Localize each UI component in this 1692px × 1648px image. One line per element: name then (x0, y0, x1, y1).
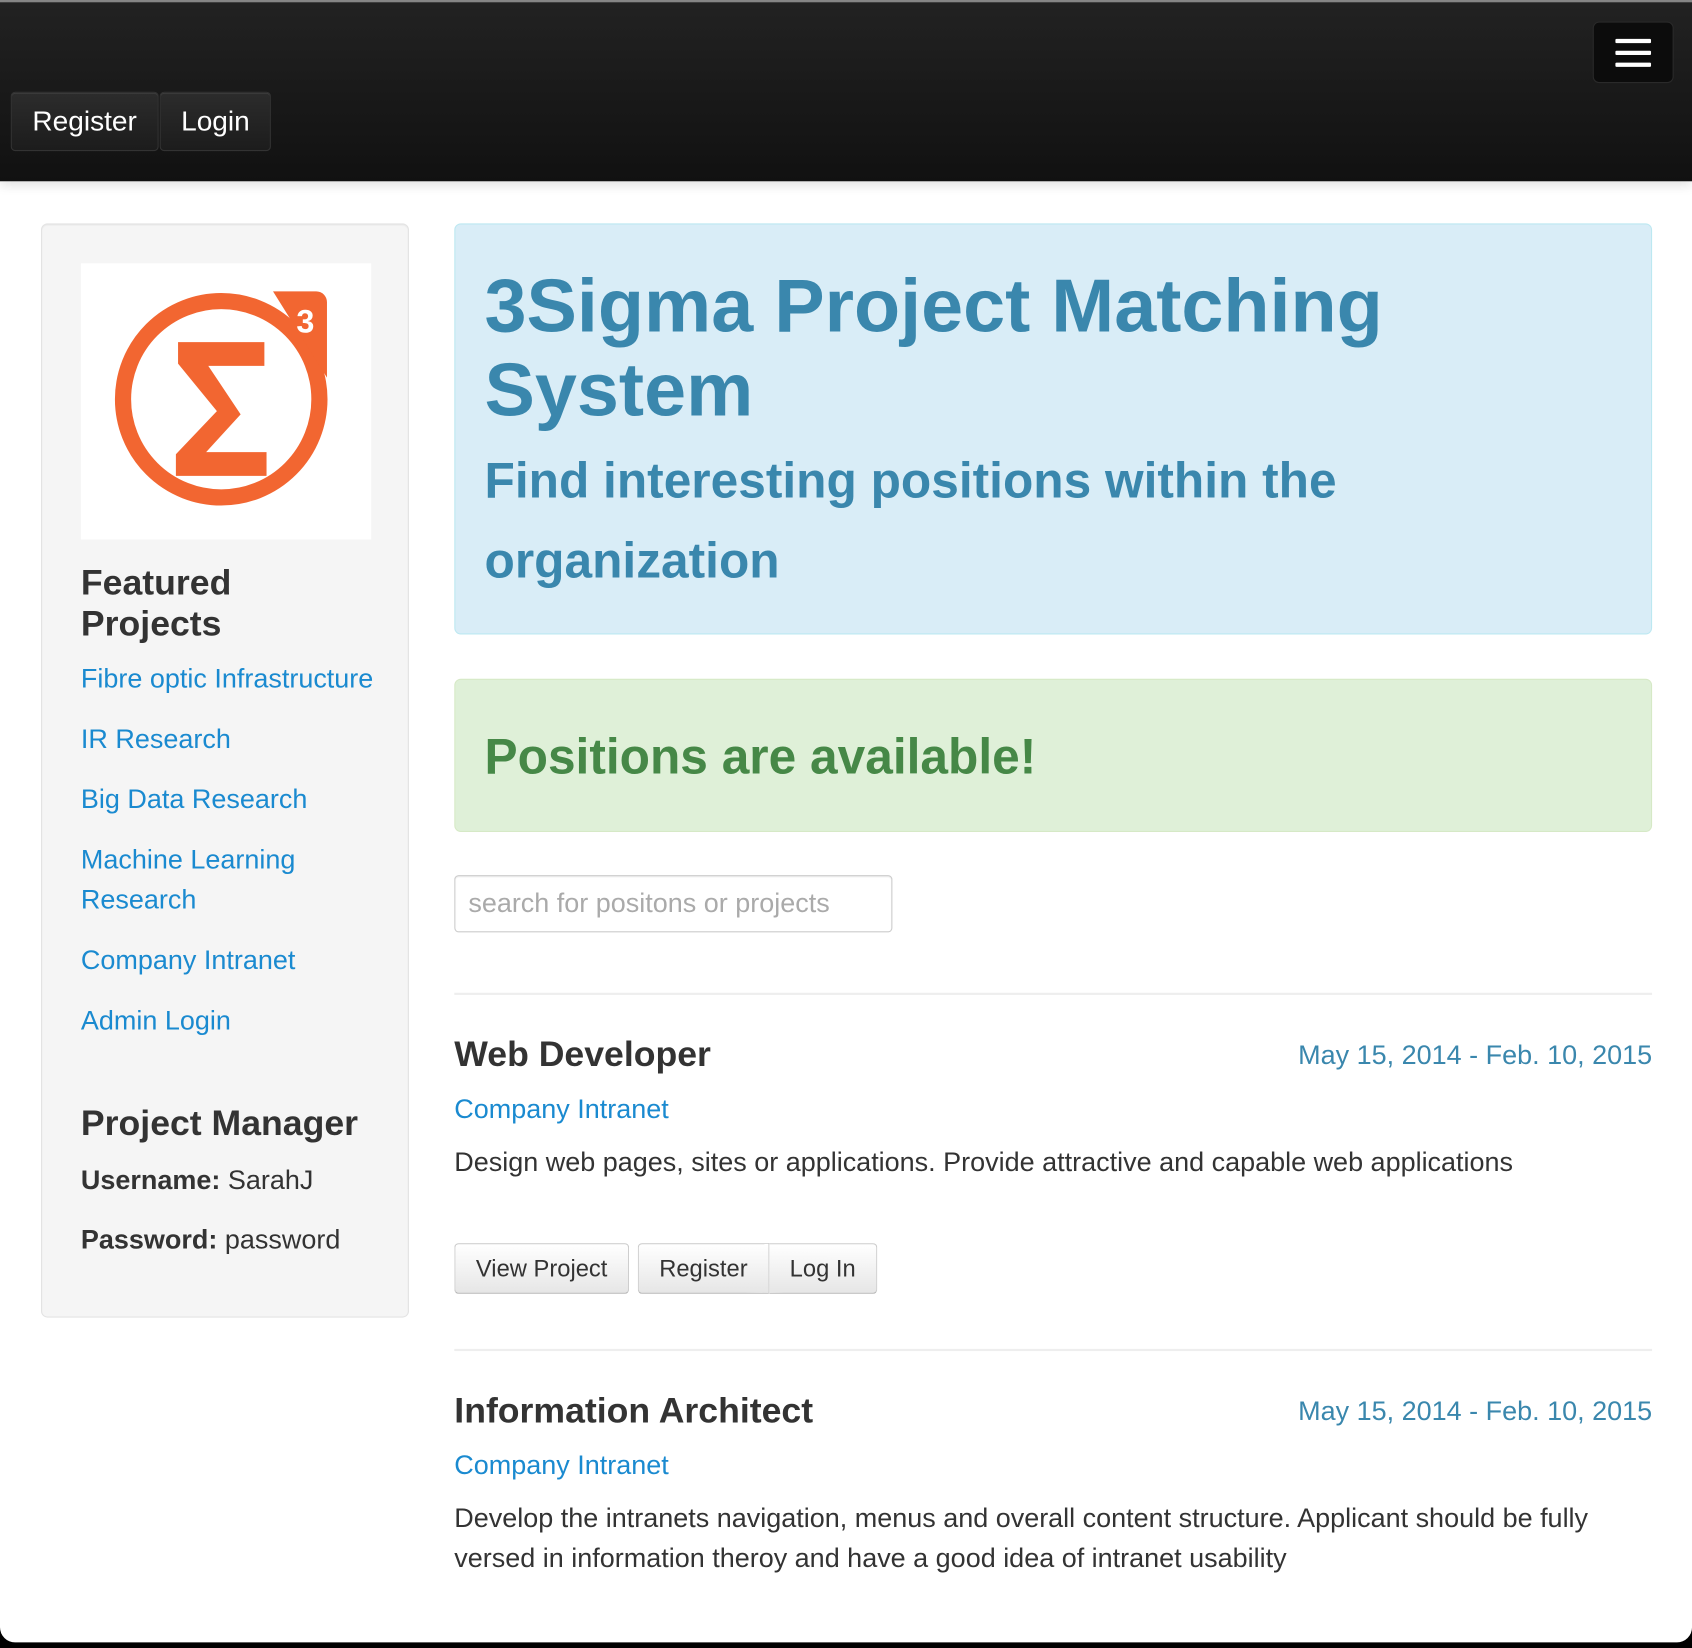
position-project-link[interactable]: Company Intranet (454, 1450, 668, 1480)
position-project-link[interactable]: Company Intranet (454, 1094, 668, 1124)
hero-banner: 3Sigma Project Matching System Find inte… (454, 223, 1653, 635)
position-actions: View Project Register Log In (454, 1243, 1651, 1294)
username-value: SarahJ (227, 1165, 314, 1196)
positions-alert: Positions are available! (454, 678, 1653, 832)
position-card: Web Developer May 15, 2014 - Feb. 10, 20… (454, 1034, 1653, 1294)
featured-projects-list: Fibre optic Infrastructure IR Research B… (81, 659, 394, 1062)
alert-text: Positions are available! (484, 728, 1037, 785)
register-nav-button[interactable]: Register (10, 91, 159, 152)
sigma-logo-icon: 3 (114, 291, 328, 506)
position-description: Develop the intranets navigation, menus … (454, 1503, 1589, 1574)
view-project-button[interactable]: View Project (454, 1243, 629, 1294)
divider (454, 992, 1653, 995)
sidebar: 3 Featured Projects Fibre optic Infrastr… (41, 223, 409, 1318)
username-label: Username: (80, 1165, 221, 1196)
featured-link[interactable]: Big Data Research (81, 780, 394, 820)
featured-link[interactable]: Machine Learning Research (81, 841, 329, 921)
register-button[interactable]: Register (637, 1243, 770, 1294)
position-description: Design web pages, sites or applications.… (454, 1147, 1514, 1178)
password-row: Password: password (81, 1225, 340, 1256)
username-row: Username: SarahJ (81, 1165, 313, 1196)
project-manager-heading: Project Manager (80, 1102, 358, 1143)
password-label: Password: (80, 1224, 218, 1255)
page-title: 3Sigma Project Matching System (484, 263, 1383, 432)
log-in-button[interactable]: Log In (769, 1243, 878, 1294)
position-dates: May 15, 2014 - Feb. 10, 2015 (1298, 1396, 1653, 1427)
browser-window: Register Login 3 Featured Projects Fibre… (0, 0, 1692, 1643)
admin-login-link[interactable]: Admin Login (81, 1001, 394, 1041)
hamburger-menu-button[interactable] (1592, 21, 1674, 84)
password-value: password (224, 1224, 341, 1255)
featured-link[interactable]: IR Research (81, 720, 394, 760)
svg-text:3: 3 (296, 303, 314, 339)
featured-projects-heading: Featured Projects (80, 562, 232, 644)
hamburger-icon (1615, 38, 1652, 43)
divider (454, 1348, 1653, 1352)
hamburger-icon-bar (1615, 50, 1652, 55)
featured-link[interactable]: Fibre optic Infrastructure (81, 659, 394, 699)
logo: 3 (80, 263, 372, 540)
position-dates: May 15, 2014 - Feb. 10, 2015 (1298, 1040, 1653, 1071)
hamburger-icon-bar (1615, 62, 1652, 67)
featured-link[interactable]: Company Intranet (81, 941, 394, 981)
search-input[interactable] (454, 875, 893, 933)
position-card: Information Architect May 15, 2014 - Feb… (454, 1390, 1653, 1579)
hero-subtitle: Find interesting positions within the or… (484, 452, 1337, 589)
login-nav-button[interactable]: Login (159, 91, 272, 152)
navbar: Register Login (0, 2, 1692, 182)
